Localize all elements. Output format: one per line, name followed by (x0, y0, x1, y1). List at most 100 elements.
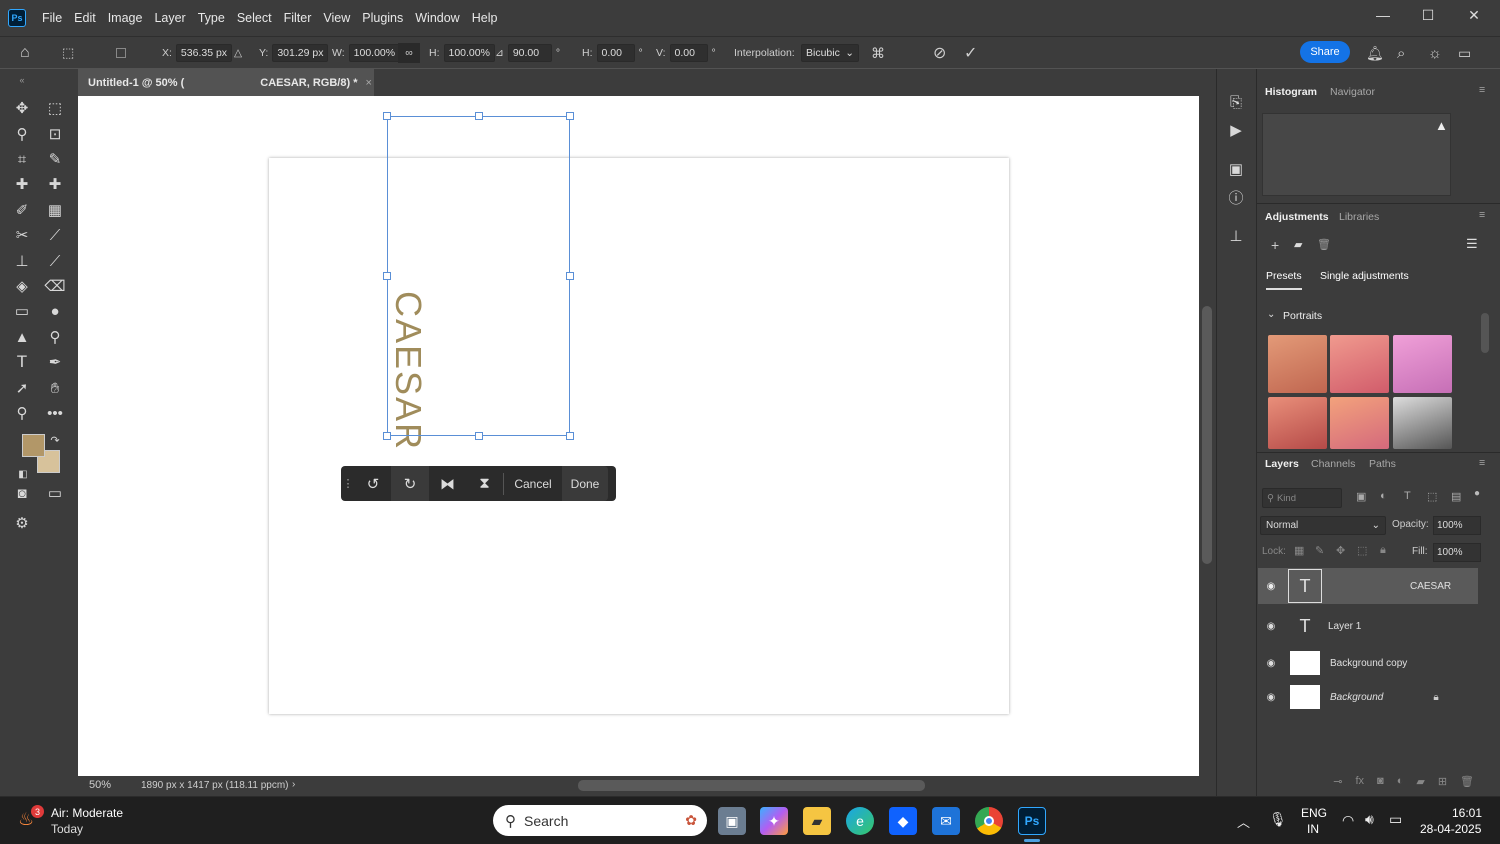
sponge-tool-icon[interactable]: ⚲ (43, 326, 67, 348)
windows-start-icon[interactable] (455, 808, 481, 834)
flip-vertical-icon[interactable]: ⧗ (466, 466, 503, 501)
visibility-eye-icon[interactable]: ◉ (1258, 692, 1284, 703)
weather-subtitle[interactable]: Today (51, 822, 83, 836)
lock-pixels-icon[interactable]: ✎ (1315, 544, 1324, 557)
add-icon[interactable]: + (1271, 237, 1279, 253)
tab-paths[interactable]: Paths (1369, 458, 1396, 470)
zoom-tool-icon[interactable]: ⚲ (10, 402, 34, 424)
cancel-transform-icon[interactable]: ⊘ (933, 43, 946, 63)
warning-icon[interactable]: ▲ (1435, 118, 1448, 133)
search-icon[interactable]: ⌕ (1397, 43, 1405, 63)
lock-all-icon[interactable]: 🔒︎ (1380, 544, 1386, 557)
properties-panel-icon[interactable]: ▣ (1224, 158, 1248, 180)
menu-select[interactable]: Select (237, 11, 272, 25)
layer-row[interactable]: ◉ T Layer 1 (1258, 608, 1478, 644)
status-arrow-icon[interactable]: › (292, 779, 295, 790)
lock-position-icon[interactable]: ✥ (1336, 544, 1345, 557)
preset-thumbnail[interactable] (1330, 335, 1389, 393)
rotate-right-icon[interactable]: ↻ (391, 466, 429, 501)
menu-help[interactable]: Help (472, 11, 498, 25)
rotate-left-icon[interactable]: ↺ (355, 466, 391, 501)
menu-file[interactable]: File (42, 11, 62, 25)
type-tool-icon[interactable]: T (10, 351, 34, 373)
menu-view[interactable]: View (323, 11, 350, 25)
flip-horizontal-icon[interactable]: ⧓ (429, 466, 466, 501)
layer-name[interactable]: Background (1330, 692, 1383, 703)
crop-tool-icon[interactable]: ⌗ (10, 148, 34, 170)
document-canvas[interactable] (269, 158, 1009, 714)
preset-thumbnail[interactable] (1268, 397, 1327, 449)
handle-top-center[interactable] (475, 112, 483, 120)
volume-icon[interactable]: 🔊︎ (1365, 811, 1374, 828)
h-skew-field[interactable]: H: 0.00 ° (582, 43, 643, 63)
transform-bounding-box[interactable] (383, 112, 574, 440)
share-button[interactable]: Share (1300, 41, 1350, 63)
quick-mask-icon[interactable]: ◙ (10, 482, 34, 504)
preset-thumbnail[interactable] (1393, 397, 1452, 449)
portraits-section-label[interactable]: Portraits (1283, 310, 1322, 322)
add-mask-icon[interactable]: ◙ (1377, 775, 1384, 787)
commit-transform-icon[interactable]: ✓ (964, 43, 977, 63)
rotate-angle-field[interactable]: ⊿ 90.00 ° (495, 43, 560, 63)
new-layer-icon[interactable]: ⊞ (1438, 775, 1447, 788)
handle-top-right[interactable] (566, 112, 574, 120)
spot-heal-icon[interactable]: ✚ (10, 173, 34, 195)
eraser-icon[interactable]: ⌫ (43, 275, 67, 297)
preset-thumbnail[interactable] (1393, 335, 1452, 393)
tab-layers[interactable]: Layers (1265, 458, 1299, 470)
document-tab[interactable]: Untitled-1 @ 50% ( CAESAR, RGB/8) * × (78, 69, 374, 96)
y-field[interactable]: Y: 301.29 px (259, 43, 329, 63)
preset-thumbnail[interactable] (1268, 335, 1327, 393)
clock-date[interactable]: 28-04-2025 (1420, 822, 1481, 836)
panel-menu-icon[interactable]: ≡ (1479, 209, 1485, 221)
preset-thumbnail[interactable] (1330, 397, 1389, 449)
photoshop-taskbar-icon[interactable]: Ps (1018, 807, 1046, 835)
warp-icon[interactable]: ⌘ (871, 43, 885, 63)
new-group-icon[interactable]: ▰ (1416, 775, 1424, 788)
hand-tool-icon[interactable]: ✋︎ (43, 377, 67, 399)
glyphs-panel-icon[interactable]: ⊥ (1224, 225, 1248, 247)
blur-tool-icon[interactable]: ● (43, 300, 67, 322)
blend-mode-select[interactable]: Normal ⌄ (1260, 516, 1386, 535)
layer-row[interactable]: ◉ Background 🔒︎ (1258, 679, 1478, 715)
filter-pixel-icon[interactable]: ▣ (1356, 490, 1366, 503)
tab-histogram[interactable]: Histogram (1265, 86, 1317, 98)
canvas-area[interactable]: CAESAR ⋮ ↺ ↻ ⧓ ⧗ Cancel Done (78, 96, 1199, 776)
handle-middle-left[interactable] (383, 272, 391, 280)
layer-name[interactable]: CAESAR (1410, 581, 1451, 592)
edit-toolbar-icon[interactable]: ⚙ (10, 512, 34, 534)
move-tool-icon[interactable]: ✥ (10, 97, 34, 119)
filter-adjustment-icon[interactable]: ◐ (1380, 490, 1387, 502)
link-icon[interactable]: ∞ (398, 43, 420, 63)
close-tab-icon[interactable]: × (365, 77, 371, 89)
horizontal-scroll-thumb[interactable] (578, 780, 925, 791)
folder-icon[interactable]: ▰ (1294, 238, 1302, 251)
delete-layer-icon[interactable]: 🗑︎ (1460, 775, 1474, 788)
v-skew-field[interactable]: V: 0.00 ° (656, 43, 716, 63)
fill-field[interactable]: 100% (1433, 543, 1481, 562)
foreground-color-swatch[interactable] (22, 434, 45, 457)
brush-tool-icon[interactable]: ⟋ (43, 224, 67, 246)
filter-smart-object-icon[interactable]: ▤ (1451, 490, 1461, 503)
history-panel-icon[interactable]: ⎘ (1224, 91, 1248, 113)
menu-type[interactable]: Type (198, 11, 225, 25)
close-window-button[interactable]: ✕ (1451, 0, 1497, 30)
swap-colors-icon[interactable]: ↷ (48, 429, 62, 451)
weather-title[interactable]: Air: Moderate (51, 806, 123, 820)
x-field[interactable]: X: 536.35 px (162, 43, 233, 63)
opacity-field[interactable]: 100% (1433, 516, 1481, 535)
more-tools-icon[interactable]: ••• (43, 402, 67, 424)
interpolation-select[interactable]: Bicubic ⌄ (801, 43, 859, 63)
task-view-icon[interactable]: ▣ (718, 807, 746, 835)
chevron-down-icon[interactable]: ⌄ (1267, 309, 1275, 320)
battery-icon[interactable]: ▭ (1389, 811, 1402, 828)
handle-bottom-center[interactable] (475, 432, 483, 440)
menu-filter[interactable]: Filter (284, 11, 312, 25)
home-icon[interactable]: ⌂ (20, 43, 30, 63)
width-field[interactable]: W: 100.00% (332, 43, 401, 63)
menu-window[interactable]: Window (415, 11, 459, 25)
workspace-icon[interactable]: ▭ (1458, 43, 1471, 63)
collapse-icon[interactable]: « (10, 69, 34, 91)
lock-artboard-icon[interactable]: ⬚ (1357, 544, 1367, 557)
layer-row[interactable]: ◉ Background copy (1258, 645, 1478, 681)
